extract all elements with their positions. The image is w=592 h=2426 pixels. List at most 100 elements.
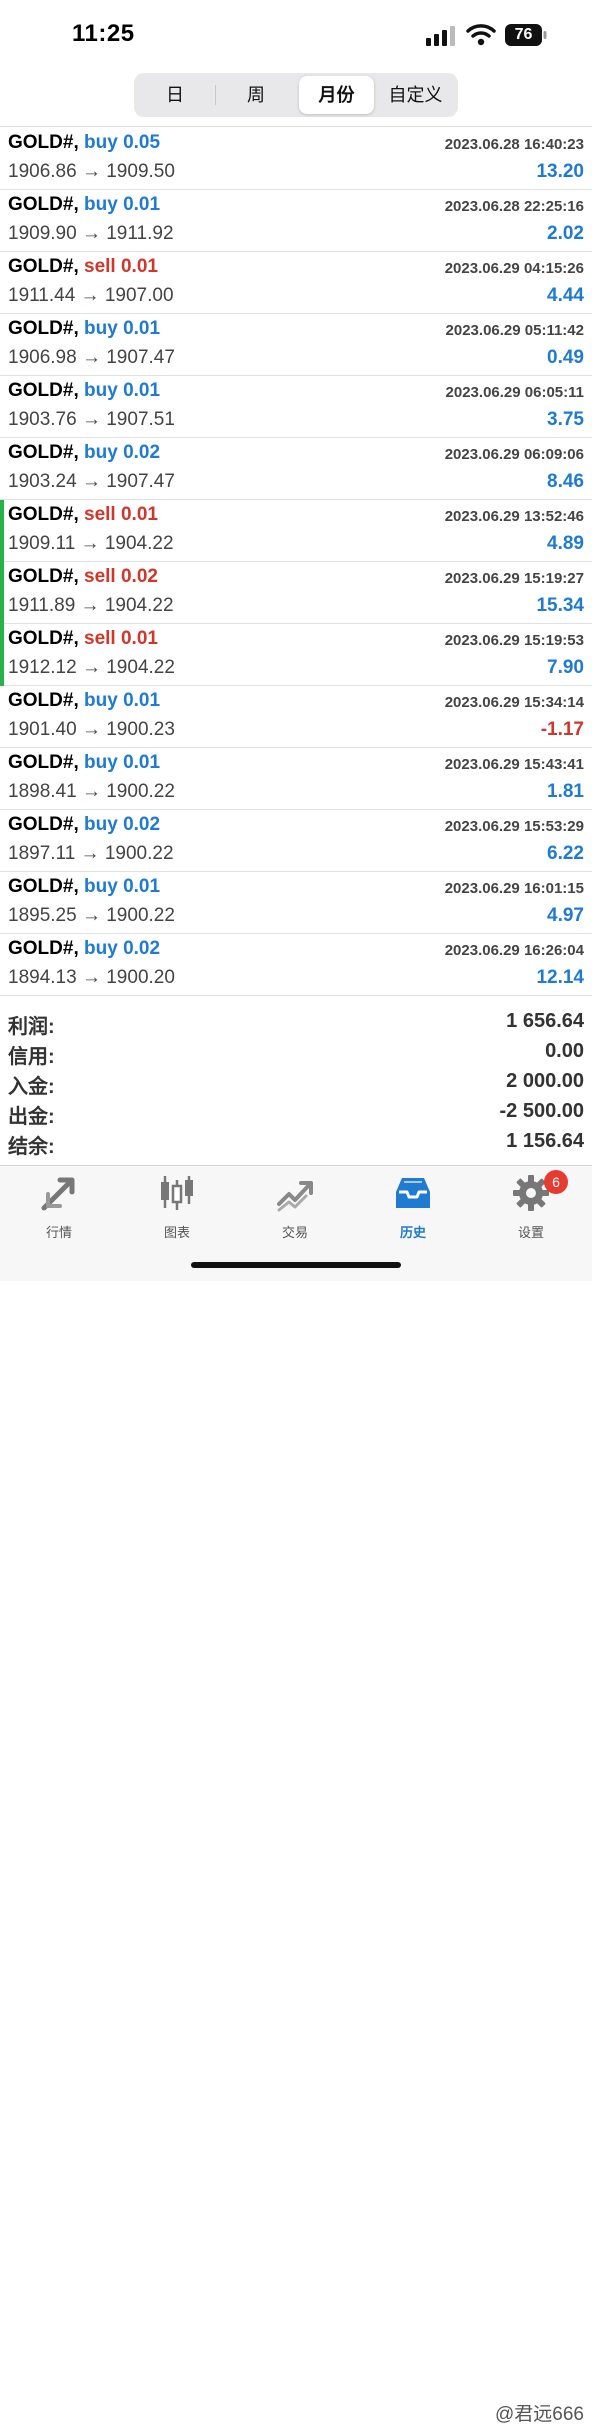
trade-action: sell 0.01 — [84, 504, 158, 525]
trade-row[interactable]: GOLD#, sell 0.01 2023.06.29 15:19:53 191… — [0, 624, 592, 686]
trade-action: buy 0.01 — [84, 876, 161, 897]
summary-value: 1 156.64 — [506, 1130, 584, 1152]
trade-profit: 4.89 — [547, 533, 584, 554]
trade-time: 2023.06.29 15:43:41 — [444, 756, 584, 773]
trade-prices: 1909.11 → 1904.22 — [8, 533, 174, 554]
battery-indicator: 76 — [505, 24, 547, 46]
trade-symbol: GOLD#, — [8, 876, 79, 897]
trade-row[interactable]: GOLD#, buy 0.05 2023.06.28 16:40:23 1906… — [0, 128, 592, 190]
summary-row-deposit: 入金: 2 000.00 — [0, 1068, 592, 1098]
trade-action: buy 0.02 — [84, 442, 161, 463]
summary-value: 2 000.00 — [506, 1070, 584, 1092]
status-bar: 11:25 76 — [0, 0, 592, 70]
trade-profit: 13.20 — [536, 161, 584, 182]
trade-row-marker — [0, 500, 4, 562]
summary-value: -2 500.00 — [499, 1100, 584, 1122]
trade-time: 2023.06.29 15:53:29 — [444, 818, 584, 835]
trade-symbol: GOLD#, — [8, 504, 79, 525]
trade-row[interactable]: GOLD#, buy 0.01 2023.06.29 05:11:42 1906… — [0, 314, 592, 376]
quotes-arrows-icon — [41, 1177, 75, 1211]
trade-row[interactable]: GOLD#, sell 0.01 2023.06.29 04:15:26 191… — [0, 252, 592, 314]
trade-profit: 4.97 — [547, 905, 584, 926]
trade-prices: 1911.44 → 1907.00 — [8, 285, 174, 306]
tab-label: 行情 — [45, 1225, 72, 1240]
trade-row[interactable]: GOLD#, buy 0.02 2023.06.29 06:09:06 1903… — [0, 438, 592, 500]
trade-action: sell 0.02 — [84, 566, 158, 587]
trade-symbol: GOLD#, — [8, 752, 79, 773]
trade-row[interactable]: GOLD#, sell 0.01 2023.06.29 13:52:46 190… — [0, 500, 592, 562]
trade-prices: 1894.13 → 1900.20 — [8, 967, 175, 988]
summary-row-credit: 信用: 0.00 — [0, 1038, 592, 1068]
trade-row[interactable]: GOLD#, buy 0.02 2023.06.29 16:26:04 1894… — [0, 934, 592, 996]
summary-value: 0.00 — [545, 1040, 584, 1062]
history-inbox-icon — [396, 1178, 430, 1208]
trade-history-list: GOLD#, buy 0.05 2023.06.28 16:40:23 1906… — [0, 128, 592, 996]
trade-prices: 1903.24 → 1907.47 — [8, 471, 175, 492]
tab-trade[interactable]: 交易 — [236, 1174, 354, 1244]
trade-action: buy 0.01 — [84, 380, 161, 401]
trade-symbol: GOLD#, — [8, 194, 79, 215]
trade-symbol: GOLD#, — [8, 628, 79, 649]
tab-settings[interactable]: 6 设置 — [472, 1170, 590, 1244]
trade-symbol: GOLD#, — [8, 690, 79, 711]
trade-symbol: GOLD#, — [8, 938, 79, 959]
trade-action: buy 0.01 — [84, 690, 161, 711]
summary-label: 结余: — [8, 1136, 55, 1158]
segment-month[interactable]: 月份 — [299, 76, 374, 114]
trade-chart-icon — [277, 1181, 313, 1212]
trade-symbol: GOLD#, — [8, 318, 79, 339]
account-summary: 利润: 1 656.64 信用: 0.00 入金: 2 000.00 出金: -… — [0, 1008, 592, 1158]
trade-row[interactable]: GOLD#, sell 0.02 2023.06.29 15:19:27 191… — [0, 562, 592, 624]
trade-action: sell 0.01 — [84, 256, 158, 277]
trade-time: 2023.06.29 13:52:46 — [444, 508, 584, 525]
trade-time: 2023.06.28 22:25:16 — [444, 198, 584, 215]
tab-label: 交易 — [281, 1225, 308, 1240]
trade-prices: 1895.25 → 1900.22 — [8, 905, 175, 926]
segment-custom[interactable]: 自定义 — [376, 76, 455, 114]
trade-time: 2023.06.29 16:26:04 — [444, 942, 584, 959]
trade-row[interactable]: GOLD#, buy 0.01 2023.06.29 16:01:15 1895… — [0, 872, 592, 934]
battery-level: 76 — [514, 26, 533, 43]
summary-row-withdrawal: 出金: -2 500.00 — [0, 1098, 592, 1128]
trade-row[interactable]: GOLD#, buy 0.01 2023.06.29 15:43:41 1898… — [0, 748, 592, 810]
tab-label: 图表 — [163, 1225, 190, 1240]
trade-profit: 0.49 — [547, 347, 584, 368]
summary-row-balance: 结余: 1 156.64 — [0, 1128, 592, 1158]
trade-prices: 1901.40 → 1900.23 — [8, 719, 175, 740]
segment-week[interactable]: 周 — [217, 76, 295, 114]
trade-symbol: GOLD#, — [8, 442, 79, 463]
trade-profit: -1.17 — [540, 719, 584, 740]
trade-row[interactable]: GOLD#, buy 0.01 2023.06.29 15:34:14 1901… — [0, 686, 592, 748]
trade-action: buy 0.02 — [84, 938, 161, 959]
trade-time: 2023.06.29 15:19:53 — [444, 632, 584, 649]
home-indicator — [191, 1262, 401, 1268]
trade-symbol: GOLD#, — [8, 132, 79, 153]
cellular-signal-icon — [426, 26, 455, 46]
trade-time: 2023.06.29 06:05:11 — [445, 384, 584, 401]
segment-divider — [215, 85, 216, 105]
summary-value: 1 656.64 — [506, 1010, 584, 1032]
trade-prices: 1909.90 → 1911.92 — [8, 223, 174, 244]
trade-prices: 1906.86 → 1909.50 — [8, 161, 175, 182]
trade-row[interactable]: GOLD#, buy 0.01 2023.06.29 06:05:11 1903… — [0, 376, 592, 438]
trade-row[interactable]: GOLD#, buy 0.02 2023.06.29 15:53:29 1897… — [0, 810, 592, 872]
trade-profit: 1.81 — [547, 781, 584, 802]
trade-profit: 12.14 — [536, 967, 584, 988]
watermark-text: @君远666 — [495, 2404, 584, 2425]
trade-prices: 1912.12 → 1904.22 — [8, 657, 175, 678]
trade-action: sell 0.01 — [84, 628, 158, 649]
summary-label: 信用: — [8, 1046, 55, 1068]
tab-quotes[interactable]: 行情 — [0, 1174, 118, 1244]
trade-symbol: GOLD#, — [8, 256, 79, 277]
wifi-icon — [466, 24, 496, 46]
segment-day[interactable]: 日 — [137, 76, 213, 114]
trade-time: 2023.06.29 15:19:27 — [444, 570, 584, 587]
trade-profit: 15.34 — [536, 595, 584, 616]
summary-label: 出金: — [8, 1106, 55, 1128]
trade-prices: 1906.98 → 1907.47 — [8, 347, 175, 368]
header-divider — [0, 126, 592, 127]
trade-profit: 4.44 — [547, 285, 584, 306]
tab-history[interactable]: 历史 — [354, 1174, 472, 1244]
trade-row[interactable]: GOLD#, buy 0.01 2023.06.28 22:25:16 1909… — [0, 190, 592, 252]
tab-charts[interactable]: 图表 — [118, 1174, 236, 1244]
